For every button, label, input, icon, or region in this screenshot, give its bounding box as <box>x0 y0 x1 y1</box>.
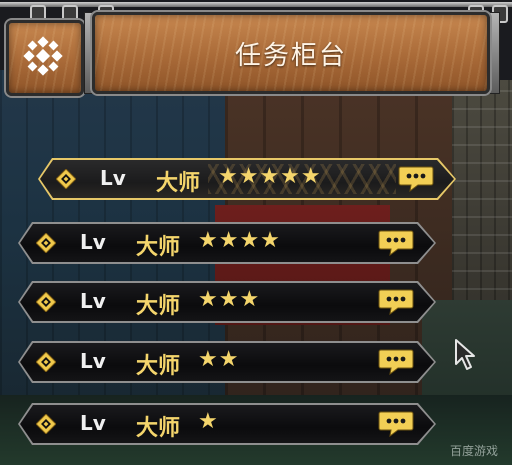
level-prefix: Lv <box>80 230 106 254</box>
gold-diamond-icon <box>36 233 56 253</box>
cursor-arrow-icon <box>455 339 475 370</box>
quest-rank-row[interactable]: Lv 大师 ★★ <box>18 341 436 383</box>
level-prefix: Lv <box>80 289 106 313</box>
quest-rank-row-selected[interactable]: Lv 大师 ★★★★★ <box>38 158 456 200</box>
title-board: 任务柜台 <box>92 12 490 94</box>
watermark: 百度游戏 <box>449 444 498 458</box>
chat-bubble-icon[interactable] <box>398 165 434 193</box>
chat-bubble-icon[interactable] <box>378 348 414 376</box>
snowflake-emblem-icon <box>23 36 63 76</box>
star-rating: ★★★★★ <box>218 164 322 189</box>
star-rating: ★ <box>198 409 219 434</box>
page-title: 任务柜台 <box>234 40 347 71</box>
level-prefix: Lv <box>80 349 106 373</box>
gold-diamond-icon <box>36 414 56 434</box>
rank-label: 大师 <box>136 416 181 441</box>
quest-rank-row[interactable]: Lv 大师 ★★★ <box>18 281 436 323</box>
gold-diamond-icon <box>36 292 56 312</box>
level-prefix: Lv <box>80 411 106 435</box>
menu-emblem-button[interactable] <box>6 20 84 96</box>
rank-label: 大师 <box>156 171 201 196</box>
star-rating: ★★ <box>198 347 240 372</box>
star-rating: ★★★ <box>198 287 261 312</box>
chat-bubble-icon[interactable] <box>378 288 414 316</box>
level-prefix: Lv <box>100 166 126 190</box>
rank-label: 大师 <box>136 354 181 379</box>
rank-label: 大师 <box>136 294 181 319</box>
quest-rank-row[interactable]: Lv 大师 ★ <box>18 403 436 445</box>
star-rating: ★★★★ <box>198 228 281 253</box>
gold-diamond-icon <box>56 169 76 189</box>
quest-rank-row[interactable]: Lv 大师 ★★★★ <box>18 222 436 264</box>
gold-diamond-icon <box>36 352 56 372</box>
chat-bubble-icon[interactable] <box>378 229 414 257</box>
rank-label: 大师 <box>136 235 181 260</box>
chat-bubble-icon[interactable] <box>378 410 414 438</box>
